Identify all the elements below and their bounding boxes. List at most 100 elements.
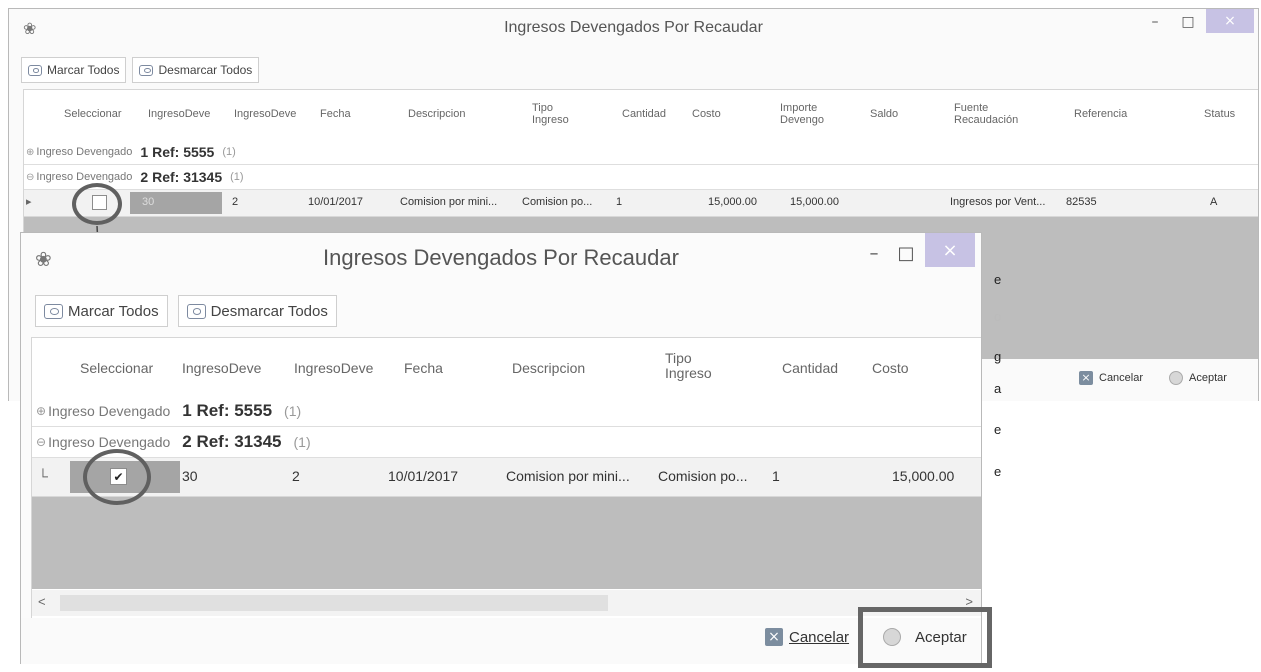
row-indicator: ▸ (26, 196, 32, 208)
col-header[interactable]: IngresoDeve (182, 361, 261, 376)
peek-char: a (994, 381, 1002, 396)
scroll-left-arrow[interactable]: < (38, 594, 46, 609)
peek-char: o (994, 309, 1002, 324)
collapse-icon[interactable]: ⊖ (36, 435, 46, 449)
col-header[interactable]: Costo (872, 361, 909, 376)
peek-char: e (994, 272, 1002, 287)
col-header[interactable]: Cantidad (622, 108, 666, 121)
col-header[interactable]: IngresoDeve (148, 108, 210, 121)
app-icon: ❀ (23, 19, 37, 38)
expand-icon[interactable]: ⊕ (26, 147, 34, 158)
annotation-box-accept (858, 607, 992, 668)
front-cancel-button[interactable]: × Cancelar (765, 628, 849, 646)
col-header[interactable]: Seleccionar (64, 108, 121, 121)
cell-importe: 15,000.00 (790, 196, 839, 208)
back-mark-all-label: Marcar Todos (47, 63, 120, 77)
col-header[interactable]: Seleccionar (80, 361, 153, 376)
cell-ingreso2: 2 (232, 196, 239, 208)
col-header[interactable]: Tipo Ingreso (665, 351, 725, 381)
col-header[interactable]: Saldo (870, 108, 898, 121)
col-header[interactable]: Importe Devengo (780, 102, 832, 126)
col-header[interactable]: Tipo Ingreso (532, 102, 580, 126)
back-close-button[interactable]: × (1206, 9, 1254, 33)
front-grid-header: Seleccionar IngresoDeve IngresoDeve Fech… (32, 338, 981, 397)
peek-char: e (994, 422, 1002, 437)
back-unmark-all-label: Desmarcar Todos (158, 63, 253, 77)
back-group-row-2[interactable]: ⊖ Ingreso Devengado 2 Ref: 31345 (1) (24, 165, 1258, 190)
back-mark-all-button[interactable]: Marcar Todos (21, 57, 127, 83)
unmark-all-icon (139, 64, 154, 76)
group-count: (1) (222, 146, 236, 158)
cell-costo: 15,000.00 (892, 468, 955, 484)
col-header[interactable]: Fuente Recaudación (954, 102, 1034, 126)
back-unmark-all-button[interactable]: Desmarcar Todos (132, 57, 260, 83)
col-header[interactable]: IngresoDeve (234, 108, 296, 121)
group-count: (1) (230, 171, 244, 183)
front-horizontal-scrollbar[interactable]: < > (32, 590, 981, 616)
col-header[interactable]: Cantidad (782, 361, 838, 376)
col-header[interactable]: IngresoDeve (294, 361, 373, 376)
group-label: Ingreso Devengado (48, 434, 171, 450)
group-label: Ingreso Devengado (36, 146, 133, 158)
cancel-icon: × (1079, 371, 1093, 385)
group-count: (1) (284, 403, 302, 419)
cell-status: A (1210, 196, 1218, 208)
front-title-bar: ❀ Ingresos Devengados Por Recaudar – □ × (21, 233, 981, 283)
back-accept-button[interactable]: Aceptar (1169, 371, 1227, 385)
scroll-thumb[interactable] (60, 595, 608, 611)
col-header[interactable]: Descripcion (512, 361, 585, 376)
cell-descripcion: Comision por mini... (400, 196, 498, 208)
back-data-row[interactable]: ▸ 30 2 10/01/2017 Comision por mini... C… (24, 190, 1258, 217)
cell-referencia: 82535 (1066, 196, 1097, 208)
col-header[interactable]: Status (1204, 108, 1235, 121)
front-mark-all-label: Marcar Todos (68, 302, 159, 320)
front-data-row[interactable]: └ ✔ 30 2 10/01/2017 Comision por mini...… (32, 458, 981, 497)
col-header[interactable]: Referencia (1074, 108, 1127, 121)
mark-all-icon (44, 303, 63, 319)
front-unmark-all-button[interactable]: Desmarcar Todos (177, 295, 337, 327)
front-minimize-button[interactable]: – (859, 233, 889, 273)
cell-ingreso1: 30 (142, 196, 155, 208)
app-icon: ❀ (35, 247, 52, 271)
cell-fecha: 10/01/2017 (308, 196, 364, 208)
front-window-title: Ingresos Devengados Por Recaudar (323, 245, 679, 270)
cell-ingreso2: 2 (292, 468, 300, 484)
back-cancel-label: Cancelar (1099, 372, 1144, 384)
col-header[interactable]: Fecha (320, 108, 351, 121)
cell-costo: 15,000.00 (708, 196, 757, 208)
front-mark-all-button[interactable]: Marcar Todos (35, 295, 168, 327)
back-maximize-button[interactable]: □ (1173, 9, 1203, 35)
front-close-button[interactable]: × (925, 233, 975, 267)
col-header[interactable]: Costo (692, 108, 721, 121)
front-footer: × Cancelar Aceptar (21, 618, 981, 664)
cell-cantidad: 1 (772, 468, 780, 484)
peek-char: e (994, 464, 1002, 479)
group-ref: 1 Ref: 5555 (140, 144, 215, 160)
front-grid-empty-area (32, 497, 981, 589)
accept-icon (1169, 371, 1183, 385)
front-maximize-button[interactable]: □ (891, 233, 921, 273)
back-minimize-button[interactable]: – (1140, 9, 1170, 35)
back-group-row-1[interactable]: ⊕ Ingreso Devengado 1 Ref: 5555 (1) (24, 140, 1258, 165)
peek-char: g (994, 349, 1002, 364)
cell-tipo: Comision po... (522, 196, 593, 208)
front-group-row-1[interactable]: ⊕ Ingreso Devengado 1 Ref: 5555 (1) (32, 396, 981, 427)
back-cancel-button[interactable]: × Cancelar (1079, 371, 1143, 385)
front-toolbar: Marcar Todos Desmarcar Todos (21, 293, 981, 329)
back-title-bar: ❀ Ingresos Devengados Por Recaudar – □ × (9, 9, 1258, 47)
cell-fuente: Ingresos por Vent... (950, 196, 1046, 208)
cell-descripcion: Comision por mini... (506, 468, 630, 484)
cell-cantidad: 1 (616, 196, 623, 208)
annotation-circle-back (72, 183, 122, 225)
unmark-all-icon (186, 303, 206, 319)
cell-ingreso1: 30 (182, 468, 198, 484)
front-cancel-label: Cancelar (789, 628, 850, 646)
collapse-icon[interactable]: ⊖ (26, 172, 34, 183)
back-toolbar: Marcar Todos Desmarcar Todos (9, 55, 1258, 85)
col-header[interactable]: Descripcion (408, 108, 465, 121)
front-group-row-2[interactable]: ⊖ Ingreso Devengado 2 Ref: 31345 (1) (32, 427, 981, 458)
front-unmark-all-label: Desmarcar Todos (210, 302, 328, 320)
mark-all-icon (28, 64, 42, 76)
expand-icon[interactable]: ⊕ (36, 404, 46, 418)
col-header[interactable]: Fecha (404, 361, 443, 376)
